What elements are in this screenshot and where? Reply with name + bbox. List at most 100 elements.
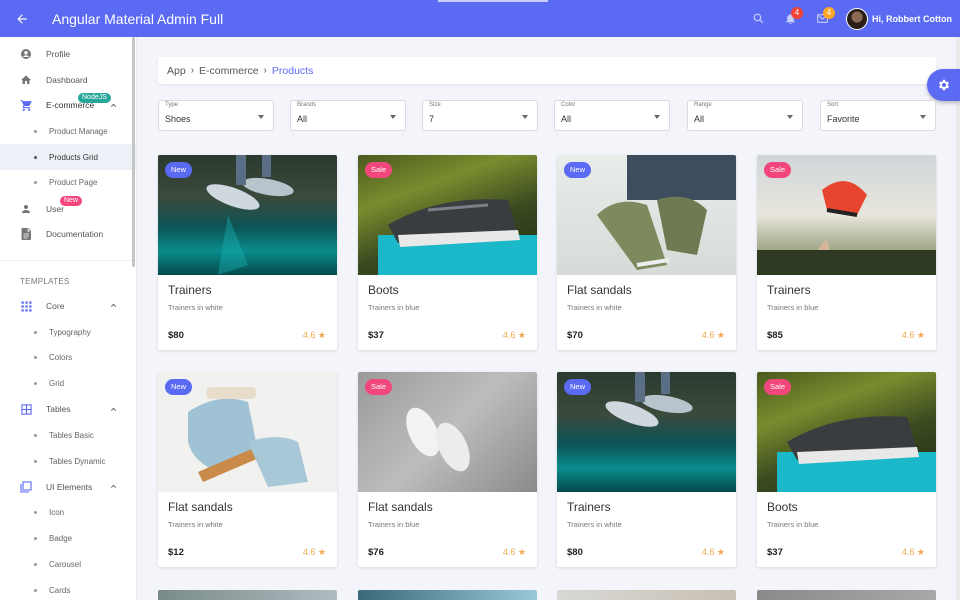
product-card-partial[interactable]	[757, 590, 936, 600]
product-price: $37	[368, 330, 384, 341]
product-card[interactable]: Sale Boots Trainers in blue $37 4.6 ★	[358, 155, 537, 350]
new-tag: New	[564, 379, 592, 395]
product-rating: 4.6 ★	[303, 330, 326, 341]
product-card-partial[interactable]	[557, 590, 736, 600]
notifications-badge: 4	[791, 7, 803, 19]
brands-select[interactable]: Brands All	[290, 100, 406, 131]
sidebar-item-core[interactable]: Core	[0, 293, 136, 319]
bullet-dot	[34, 356, 37, 360]
sidebar-item-documentation[interactable]: Documentation	[0, 222, 136, 248]
chevron-right-icon: ›	[190, 65, 195, 76]
sidebar-subitem-icon[interactable]: Icon	[0, 500, 136, 526]
sidebar-subitem-products-grid[interactable]: Products Grid	[0, 144, 136, 170]
star-icon: ★	[716, 330, 725, 340]
notifications-button[interactable]: 4	[774, 0, 806, 37]
product-name: Trainers	[168, 283, 212, 297]
dropdown-arrow-icon	[390, 115, 396, 119]
product-rating: 4.6 ★	[902, 547, 925, 558]
sidebar-subitem-label: Typography	[49, 327, 91, 337]
product-price: $70	[567, 330, 583, 341]
sidebar-subitem-label: Icon	[49, 508, 65, 518]
product-card-partial[interactable]	[358, 590, 537, 600]
breadcrumb-item-ecommerce[interactable]: E-commerce	[199, 65, 259, 77]
product-price: $37	[767, 547, 783, 558]
sidebar-subitem-product-manage[interactable]: Product Manage	[0, 118, 136, 144]
main-content: App › E-commerce › Products Type Shoes B…	[138, 37, 960, 600]
sidebar-subitem-product-page[interactable]: Product Page	[0, 170, 136, 196]
search-icon	[753, 13, 763, 24]
sidebar-item-user[interactable]: User New	[0, 195, 136, 222]
nodejs-badge: NodeJS	[78, 92, 111, 103]
cart-icon	[18, 99, 34, 112]
templates-section-title: TEMPLATES	[20, 276, 70, 286]
loading-indicator	[438, 0, 548, 2]
bullet-dot	[34, 536, 37, 540]
sidebar-subitem-typography[interactable]: Typography	[0, 319, 136, 345]
color-select[interactable]: Color All	[554, 100, 670, 131]
sidebar-subitem-label: Carousel	[49, 559, 82, 569]
sidebar-item-dashboard[interactable]: Dashboard	[0, 67, 136, 93]
sort-select[interactable]: Sort Favorite	[820, 100, 936, 131]
sidebar-item-ecommerce[interactable]: E-commerce NodeJS	[0, 92, 136, 119]
sale-tag: Sale	[365, 162, 393, 178]
range-select[interactable]: Range All	[687, 100, 803, 131]
product-name: Flat sandals	[567, 283, 632, 297]
product-card-partial[interactable]	[158, 590, 337, 600]
back-button[interactable]	[2, 12, 42, 26]
rating-value: 4.6	[701, 547, 715, 557]
main-scrollbar[interactable]	[956, 37, 960, 600]
product-card[interactable]: Sale Flat sandals Trainers in blue $76 4…	[358, 372, 537, 567]
sidebar-item-ui-elements[interactable]: UI Elements	[0, 474, 136, 500]
type-select[interactable]: Type Shoes	[158, 100, 274, 131]
breadcrumb-item-app[interactable]: App	[167, 65, 186, 77]
user-avatar[interactable]	[846, 7, 868, 30]
user-greeting[interactable]: Hi, Robbert Cotton	[872, 14, 952, 24]
sidebar-subitem-tables-basic[interactable]: Tables Basic	[0, 422, 136, 448]
app-title: Angular Material Admin Full	[52, 10, 224, 27]
star-icon: ★	[716, 547, 725, 557]
document-icon	[18, 228, 34, 241]
sidebar-item-label: Tables	[46, 404, 71, 415]
product-card[interactable]: Sale Trainers Trainers in blue $85 4.6 ★	[757, 155, 936, 350]
bullet-dot	[34, 459, 37, 463]
size-select[interactable]: Size 7	[422, 100, 538, 131]
messages-button[interactable]: 4	[806, 0, 838, 37]
settings-fab[interactable]	[927, 69, 960, 101]
filter-value: All	[297, 114, 308, 124]
product-name: Trainers	[767, 283, 811, 297]
sidebar-subitem-cards[interactable]: Cards	[0, 577, 136, 600]
table-icon	[18, 404, 34, 415]
home-icon	[18, 74, 34, 86]
bullet-dot	[34, 511, 37, 515]
bullet-dot	[34, 562, 37, 566]
sidebar-item-profile[interactable]: Profile	[0, 41, 136, 67]
product-rating: 4.6 ★	[303, 547, 326, 558]
sale-tag: Sale	[764, 379, 792, 395]
dropdown-arrow-icon	[654, 115, 660, 119]
product-card[interactable]: New Flat sandals Trainers in white $12 4…	[158, 372, 337, 567]
top-app-bar: Angular Material Admin Full 4 4 Hi, Robb…	[0, 0, 960, 37]
sidebar: Profile Dashboard E-commerce NodeJS Prod…	[0, 37, 137, 600]
product-description: Trainers in white	[168, 303, 223, 312]
product-card[interactable]: New Flat sandals Trainers in white $70 4…	[557, 155, 736, 350]
search-button[interactable]	[742, 0, 774, 37]
sidebar-subitem-tables-dynamic[interactable]: Tables Dynamic	[0, 448, 136, 474]
filter-bar: Type Shoes Brands All Size 7 Color All R…	[158, 100, 936, 131]
sidebar-subitem-carousel[interactable]: Carousel	[0, 551, 136, 577]
sidebar-item-tables[interactable]: Tables	[0, 397, 136, 423]
rating-value: 4.6	[901, 330, 915, 340]
product-price: $80	[567, 547, 583, 558]
sidebar-subitem-colors[interactable]: Colors	[0, 345, 136, 371]
product-card[interactable]: New Trainers Trainers in white $80 4.6 ★	[557, 372, 736, 567]
breadcrumb: App › E-commerce › Products	[158, 57, 936, 84]
sidebar-subitem-grid[interactable]: Grid	[0, 371, 136, 397]
sidebar-subitem-label: Product Page	[49, 178, 98, 188]
product-card[interactable]: Sale Boots Trainers in blue $37 4.6 ★	[757, 372, 936, 567]
breadcrumb-current: Products	[271, 64, 314, 77]
sale-tag: Sale	[764, 162, 792, 178]
arrow-left-icon	[17, 13, 27, 24]
product-name: Boots	[767, 500, 798, 514]
sidebar-subitem-badge[interactable]: Badge	[0, 526, 136, 552]
sidebar-subitem-label: Tables Dynamic	[49, 456, 106, 466]
product-card[interactable]: New Trainers Trainers in white $80 4.6 ★	[158, 155, 337, 350]
